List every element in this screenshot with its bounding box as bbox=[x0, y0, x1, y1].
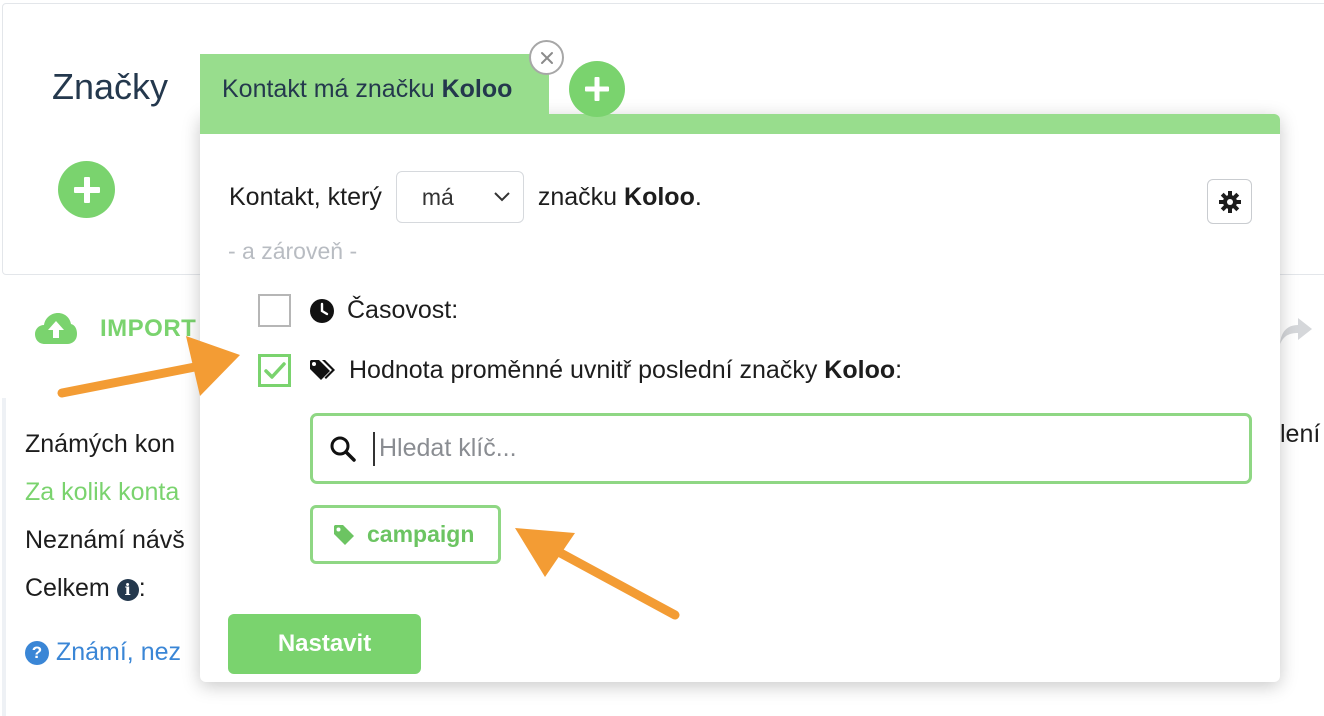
annotation-arrows bbox=[57, 336, 680, 620]
arrow-to-checkbox-icon bbox=[57, 336, 240, 398]
arrow-to-chip-icon bbox=[515, 528, 680, 620]
